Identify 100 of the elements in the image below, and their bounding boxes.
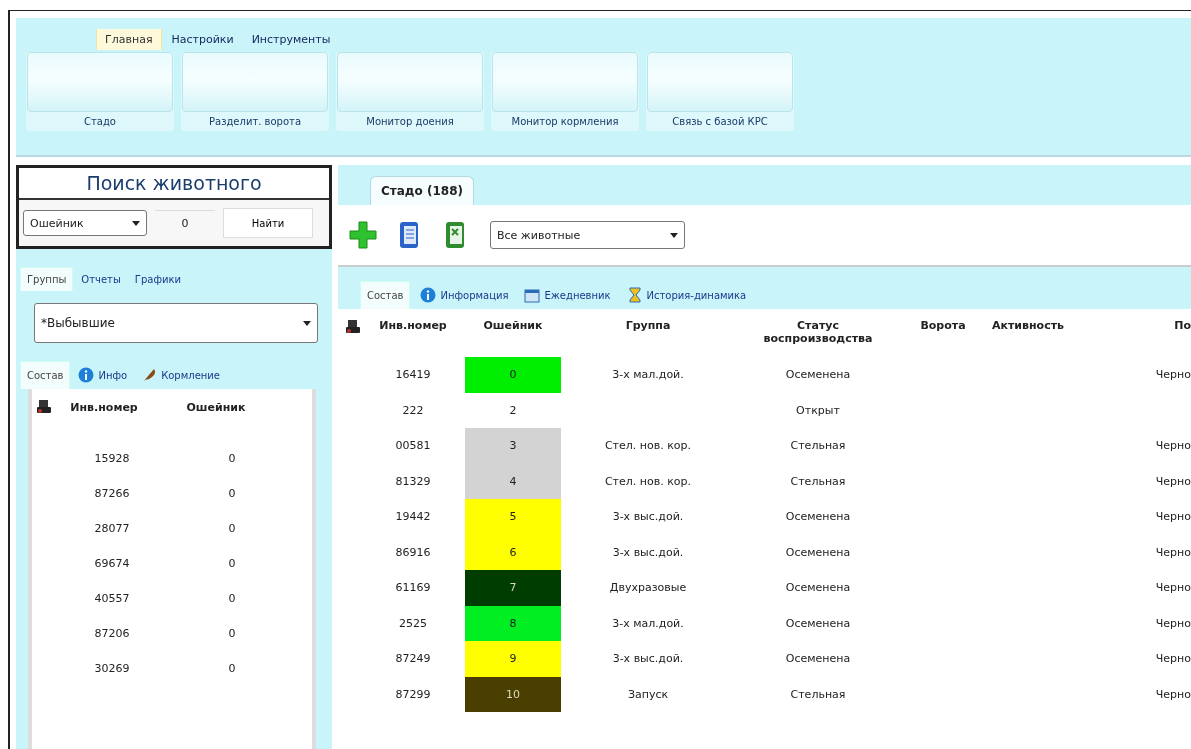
table-cell: Запуск bbox=[627, 687, 669, 701]
table-cell: Осеменена bbox=[785, 581, 851, 595]
input-field[interactable]: 0 bbox=[155, 210, 215, 236]
table-cell: Черно bbox=[1155, 581, 1191, 595]
collar-cell: 4 bbox=[465, 463, 561, 499]
ribbon-button-label: Разделит. ворота bbox=[208, 115, 301, 129]
ribbon-button[interactable] bbox=[337, 52, 483, 112]
caret-icon bbox=[303, 320, 311, 326]
column-header: Инв.номер bbox=[69, 400, 139, 414]
add-icon[interactable] bbox=[348, 220, 378, 250]
table-cell: 86916 bbox=[395, 545, 431, 559]
ribbon-button-label: Стадо bbox=[84, 115, 116, 129]
table-cell-text: 0 bbox=[227, 487, 237, 500]
caret-icon bbox=[670, 232, 678, 238]
table-cell: Черно bbox=[1155, 368, 1191, 382]
column-header: Инв.номер bbox=[379, 319, 447, 332]
tab[interactable]: Инфо bbox=[72, 361, 134, 389]
column-header: Ворота bbox=[920, 319, 966, 332]
ribbon-button-label: Монитор доения bbox=[366, 115, 454, 129]
table-cell-text: 30269 bbox=[93, 662, 131, 675]
table-cell: 19442 bbox=[395, 510, 431, 524]
table-cell: Черно bbox=[1155, 616, 1191, 630]
tab[interactable]: История-динамика bbox=[620, 281, 753, 309]
table-cell: Черно bbox=[1155, 545, 1191, 559]
table-cell: 3-х выс.дой. bbox=[612, 652, 684, 666]
column-header: Статус воспроизводства bbox=[762, 319, 874, 345]
table-cell: Черно bbox=[1155, 652, 1191, 666]
table-cell-text: 0 bbox=[227, 522, 237, 535]
table-cell-text: 87266 bbox=[93, 487, 131, 500]
table-cell: Стельная bbox=[790, 439, 846, 453]
collar-cell: 3 bbox=[465, 428, 561, 464]
table-cell: Осеменена bbox=[785, 616, 851, 630]
table-cell: 3-х выс.дой. bbox=[612, 510, 684, 524]
filter-select[interactable]: Все животные bbox=[490, 221, 685, 249]
hourglass-icon bbox=[626, 287, 643, 303]
column-header: Активность bbox=[991, 319, 1064, 332]
printer-icon bbox=[345, 319, 361, 335]
table-cell: Стел. нов. кор. bbox=[604, 474, 692, 488]
ribbon-button[interactable] bbox=[27, 52, 173, 112]
table-cell: 222 bbox=[402, 403, 424, 417]
table-cell: 2525 bbox=[399, 616, 427, 630]
ribbon-button[interactable] bbox=[647, 52, 793, 112]
table-cell-text: 87206 bbox=[93, 627, 131, 640]
table-cell: 3-х мал.дой. bbox=[612, 368, 684, 382]
collar-cell-text: 2 bbox=[508, 402, 518, 419]
table-cell-text: 0 bbox=[227, 627, 237, 640]
ribbon-button-label: Связь с базой КРС bbox=[672, 115, 768, 129]
ribbon-tab[interactable]: Главная bbox=[96, 29, 162, 50]
table-cell: Черно bbox=[1155, 439, 1191, 453]
ribbon-tab[interactable]: Инструменты bbox=[243, 29, 339, 50]
table-cell: Осеменена bbox=[785, 545, 851, 559]
tab[interactable]: Группы bbox=[20, 267, 74, 291]
table-cell: Черно bbox=[1155, 687, 1191, 701]
printer-icon bbox=[36, 399, 52, 415]
table-cell: Двухразовые bbox=[609, 581, 687, 595]
collar-cell: 10 bbox=[465, 676, 561, 712]
column-header: Группа bbox=[625, 319, 671, 332]
tab[interactable]: Отчеты bbox=[75, 267, 127, 291]
table-cell: Открыт bbox=[796, 403, 840, 417]
table-cell-text: 15928 bbox=[93, 452, 131, 465]
table-cell: Черно bbox=[1155, 474, 1191, 488]
table-cell: Стел. нов. кор. bbox=[604, 439, 692, 453]
herd-tab[interactable]: Стадо (188) bbox=[370, 176, 474, 205]
group-select[interactable]: *Выбывшие bbox=[34, 303, 318, 343]
table-cell: 16419 bbox=[395, 368, 431, 382]
field-select[interactable]: Ошейник bbox=[23, 210, 147, 236]
tab[interactable]: Состав bbox=[20, 361, 71, 389]
table-cell: 87299 bbox=[395, 687, 431, 701]
table-cell-text: 0 bbox=[227, 452, 237, 465]
ribbon-button[interactable] bbox=[182, 52, 328, 112]
collar-cell: 7 bbox=[465, 570, 561, 606]
table-cell: 61169 bbox=[395, 581, 431, 595]
find-button[interactable]: Найти bbox=[223, 208, 313, 238]
table-cell-text: 69674 bbox=[93, 557, 131, 570]
caret-icon bbox=[132, 220, 140, 226]
tab[interactable]: Информация bbox=[414, 281, 515, 309]
table-cell: 81329 bbox=[395, 474, 431, 488]
tab[interactable]: Кормление bbox=[135, 361, 226, 389]
table-cell: Стельная bbox=[790, 474, 846, 488]
table-cell: 87249 bbox=[395, 652, 431, 666]
info-icon bbox=[420, 287, 437, 303]
column-header: Ошейник bbox=[483, 319, 543, 332]
column-header: Ошейник bbox=[185, 400, 247, 414]
table-cell: 3-х мал.дой. bbox=[612, 616, 684, 630]
info-icon bbox=[78, 367, 95, 383]
collar-cell: 9 bbox=[465, 641, 561, 677]
table-cell: Осеменена bbox=[785, 652, 851, 666]
ribbon-tab[interactable]: Настройки bbox=[163, 29, 242, 50]
table-cell-text: 0 bbox=[227, 557, 237, 570]
table-cell: 00581 bbox=[395, 439, 431, 453]
collar-cell: 8 bbox=[465, 605, 561, 641]
tab[interactable]: Ежедневник bbox=[518, 281, 617, 309]
tab[interactable]: Состав bbox=[360, 281, 411, 309]
tab[interactable]: Графики bbox=[128, 267, 187, 291]
table-cell-text: 40557 bbox=[93, 592, 131, 605]
table-cell-text: 28077 bbox=[93, 522, 131, 535]
ribbon-button-label: Монитор кормления bbox=[511, 115, 619, 129]
collar-cell: 0 bbox=[465, 357, 561, 393]
ribbon-button[interactable] bbox=[492, 52, 638, 112]
calendar-icon bbox=[524, 287, 541, 303]
